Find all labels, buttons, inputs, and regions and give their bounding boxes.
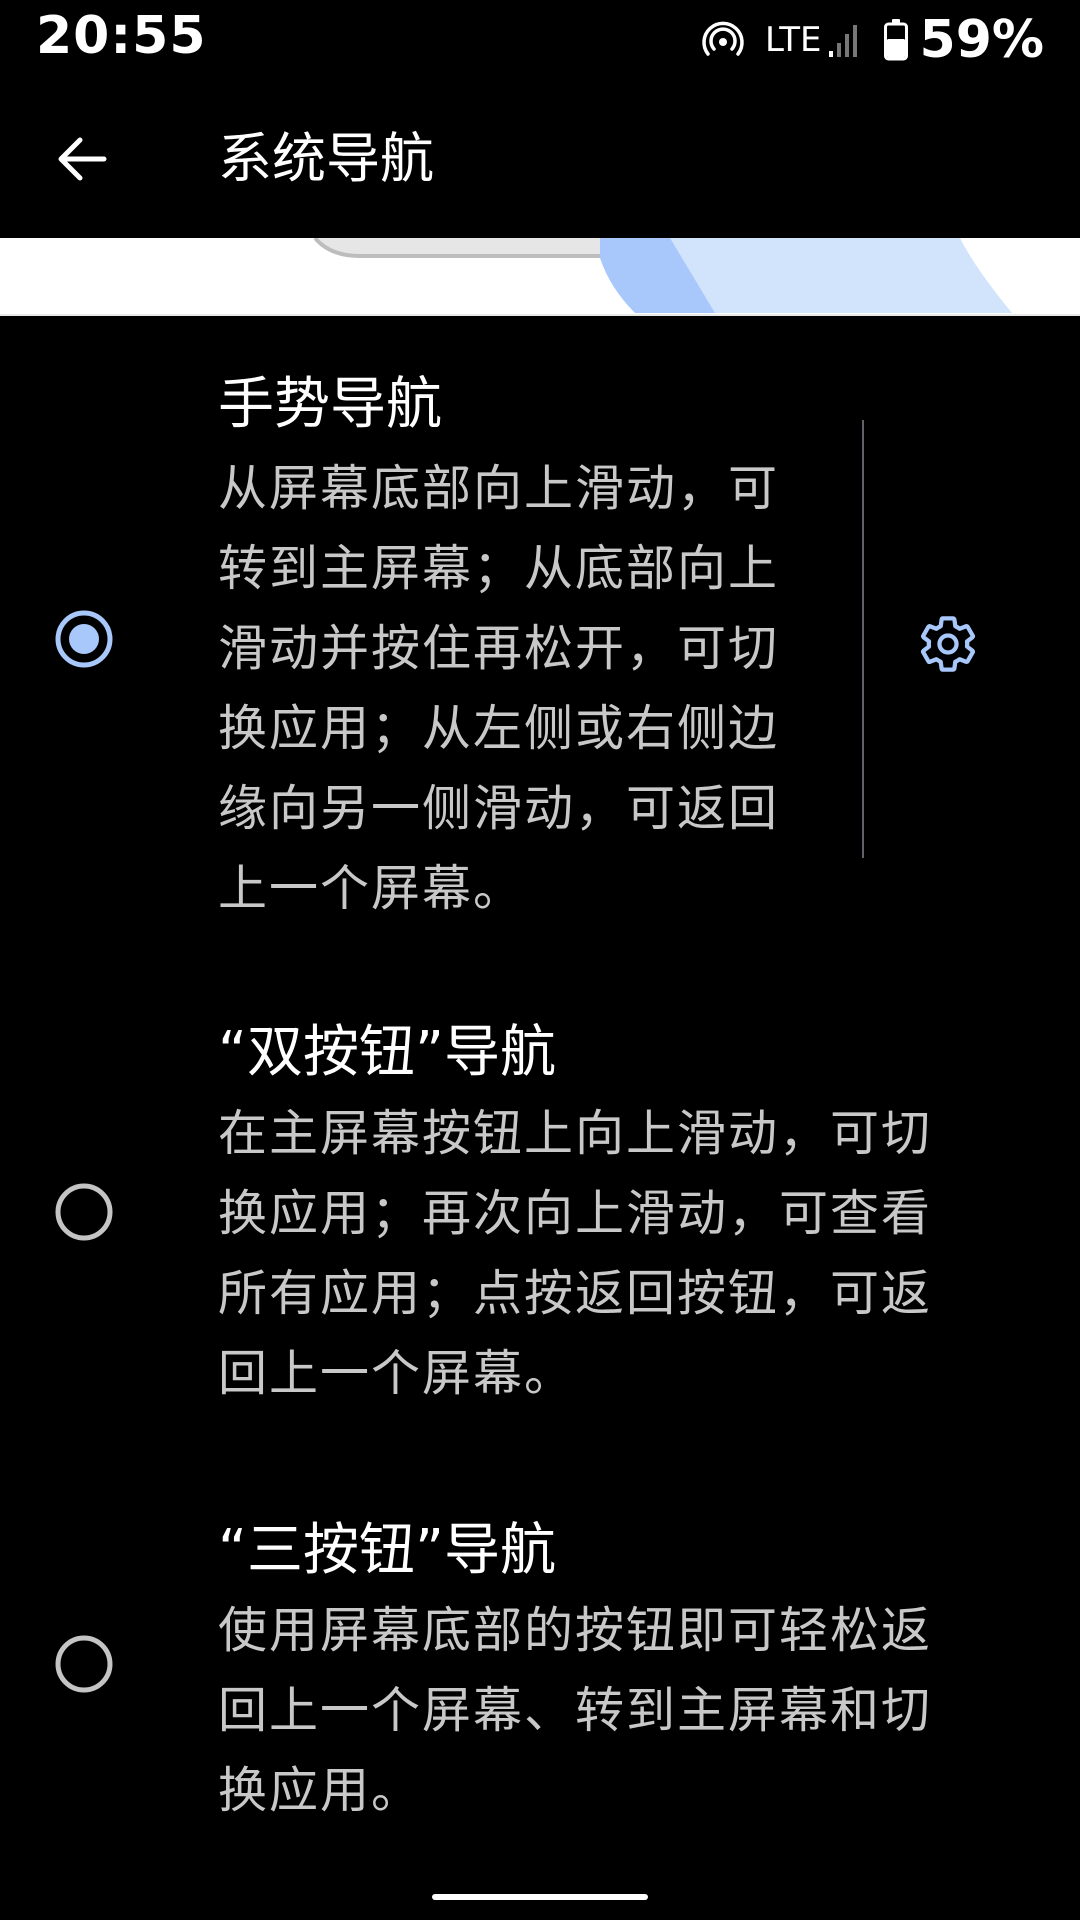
summary-line: 换应用。 (218, 1762, 423, 1819)
option-summary: 从屏幕底部向上滑动，可 转到主屏幕；从底部向上 滑动并按住再松开，可切 换应用；… (218, 449, 779, 929)
radio-unselected-icon[interactable] (54, 1182, 114, 1242)
signal-icon (828, 25, 857, 57)
gesture-handle[interactable] (432, 1894, 648, 1900)
option-three-button-navigation[interactable]: “三按钮”导航 使用屏幕底部的按钮即可轻松返 回上一个屏幕、转到主屏幕和切 换应… (0, 1482, 1080, 1862)
hotspot-icon (702, 21, 744, 56)
radio-unselected-icon[interactable] (54, 1634, 114, 1694)
page-title: 系统导航 (218, 127, 434, 190)
navigation-illustration (0, 238, 1080, 316)
network-type: LTE (765, 20, 822, 60)
app-bar: 系统导航 (0, 80, 1080, 238)
summary-line: 上一个屏幕。 (218, 860, 525, 917)
summary-line: 回上一个屏幕、转到主屏幕和切 (218, 1682, 933, 1739)
gear-icon (920, 616, 976, 672)
arrow-back-icon (58, 137, 107, 181)
summary-line: 换应用；从左侧或右侧边 (218, 700, 780, 757)
status-icons: LTE 59% (701, 10, 1044, 70)
summary-line: 换应用；再次向上滑动，可查看 (218, 1185, 933, 1242)
summary-line: 缘向另一侧滑动，可返回 (218, 780, 780, 837)
summary-line: 滑动并按住再松开，可切 (218, 620, 780, 677)
summary-line: 转到主屏幕；从底部向上 (218, 540, 780, 597)
option-title: “双按钮”导航 (218, 1020, 557, 1085)
summary-line: 所有应用；点按返回按钮，可返 (218, 1265, 933, 1322)
option-title: “三按钮”导航 (218, 1518, 557, 1583)
summary-line: 从屏幕底部向上滑动，可 (218, 460, 780, 517)
back-button[interactable] (40, 117, 124, 201)
option-title: 手势导航 (218, 372, 442, 437)
summary-line: 回上一个屏幕。 (218, 1345, 576, 1402)
settings-divider (862, 420, 864, 858)
option-two-button-navigation[interactable]: “双按钮”导航 在主屏幕按钮上向上滑动，可切 换应用；再次向上滑动，可查看 所有… (0, 992, 1080, 1452)
summary-line: 在主屏幕按钮上向上滑动，可切 (218, 1105, 933, 1162)
summary-line: 使用屏幕底部的按钮即可轻松返 (218, 1602, 933, 1659)
gesture-settings-button[interactable] (904, 600, 992, 688)
status-time: 20:55 (36, 6, 207, 66)
battery-percent: 59% (919, 10, 1044, 70)
phone-illustration-graphic (0, 238, 1080, 316)
option-summary: 在主屏幕按钮上向上滑动，可切 换应用；再次向上滑动，可查看 所有应用；点按返回按… (218, 1094, 932, 1414)
option-summary: 使用屏幕底部的按钮即可轻松返 回上一个屏幕、转到主屏幕和切 换应用。 (218, 1591, 932, 1831)
system-navigation-screen: 20:55 LTE 59% 系统导航 手势导航 从屏幕底部向上滑动，可 转到主屏… (0, 0, 1080, 1920)
status-bar: 20:55 LTE 59% (0, 0, 1080, 80)
battery-icon (883, 19, 908, 61)
radio-selected-icon[interactable] (54, 609, 114, 669)
